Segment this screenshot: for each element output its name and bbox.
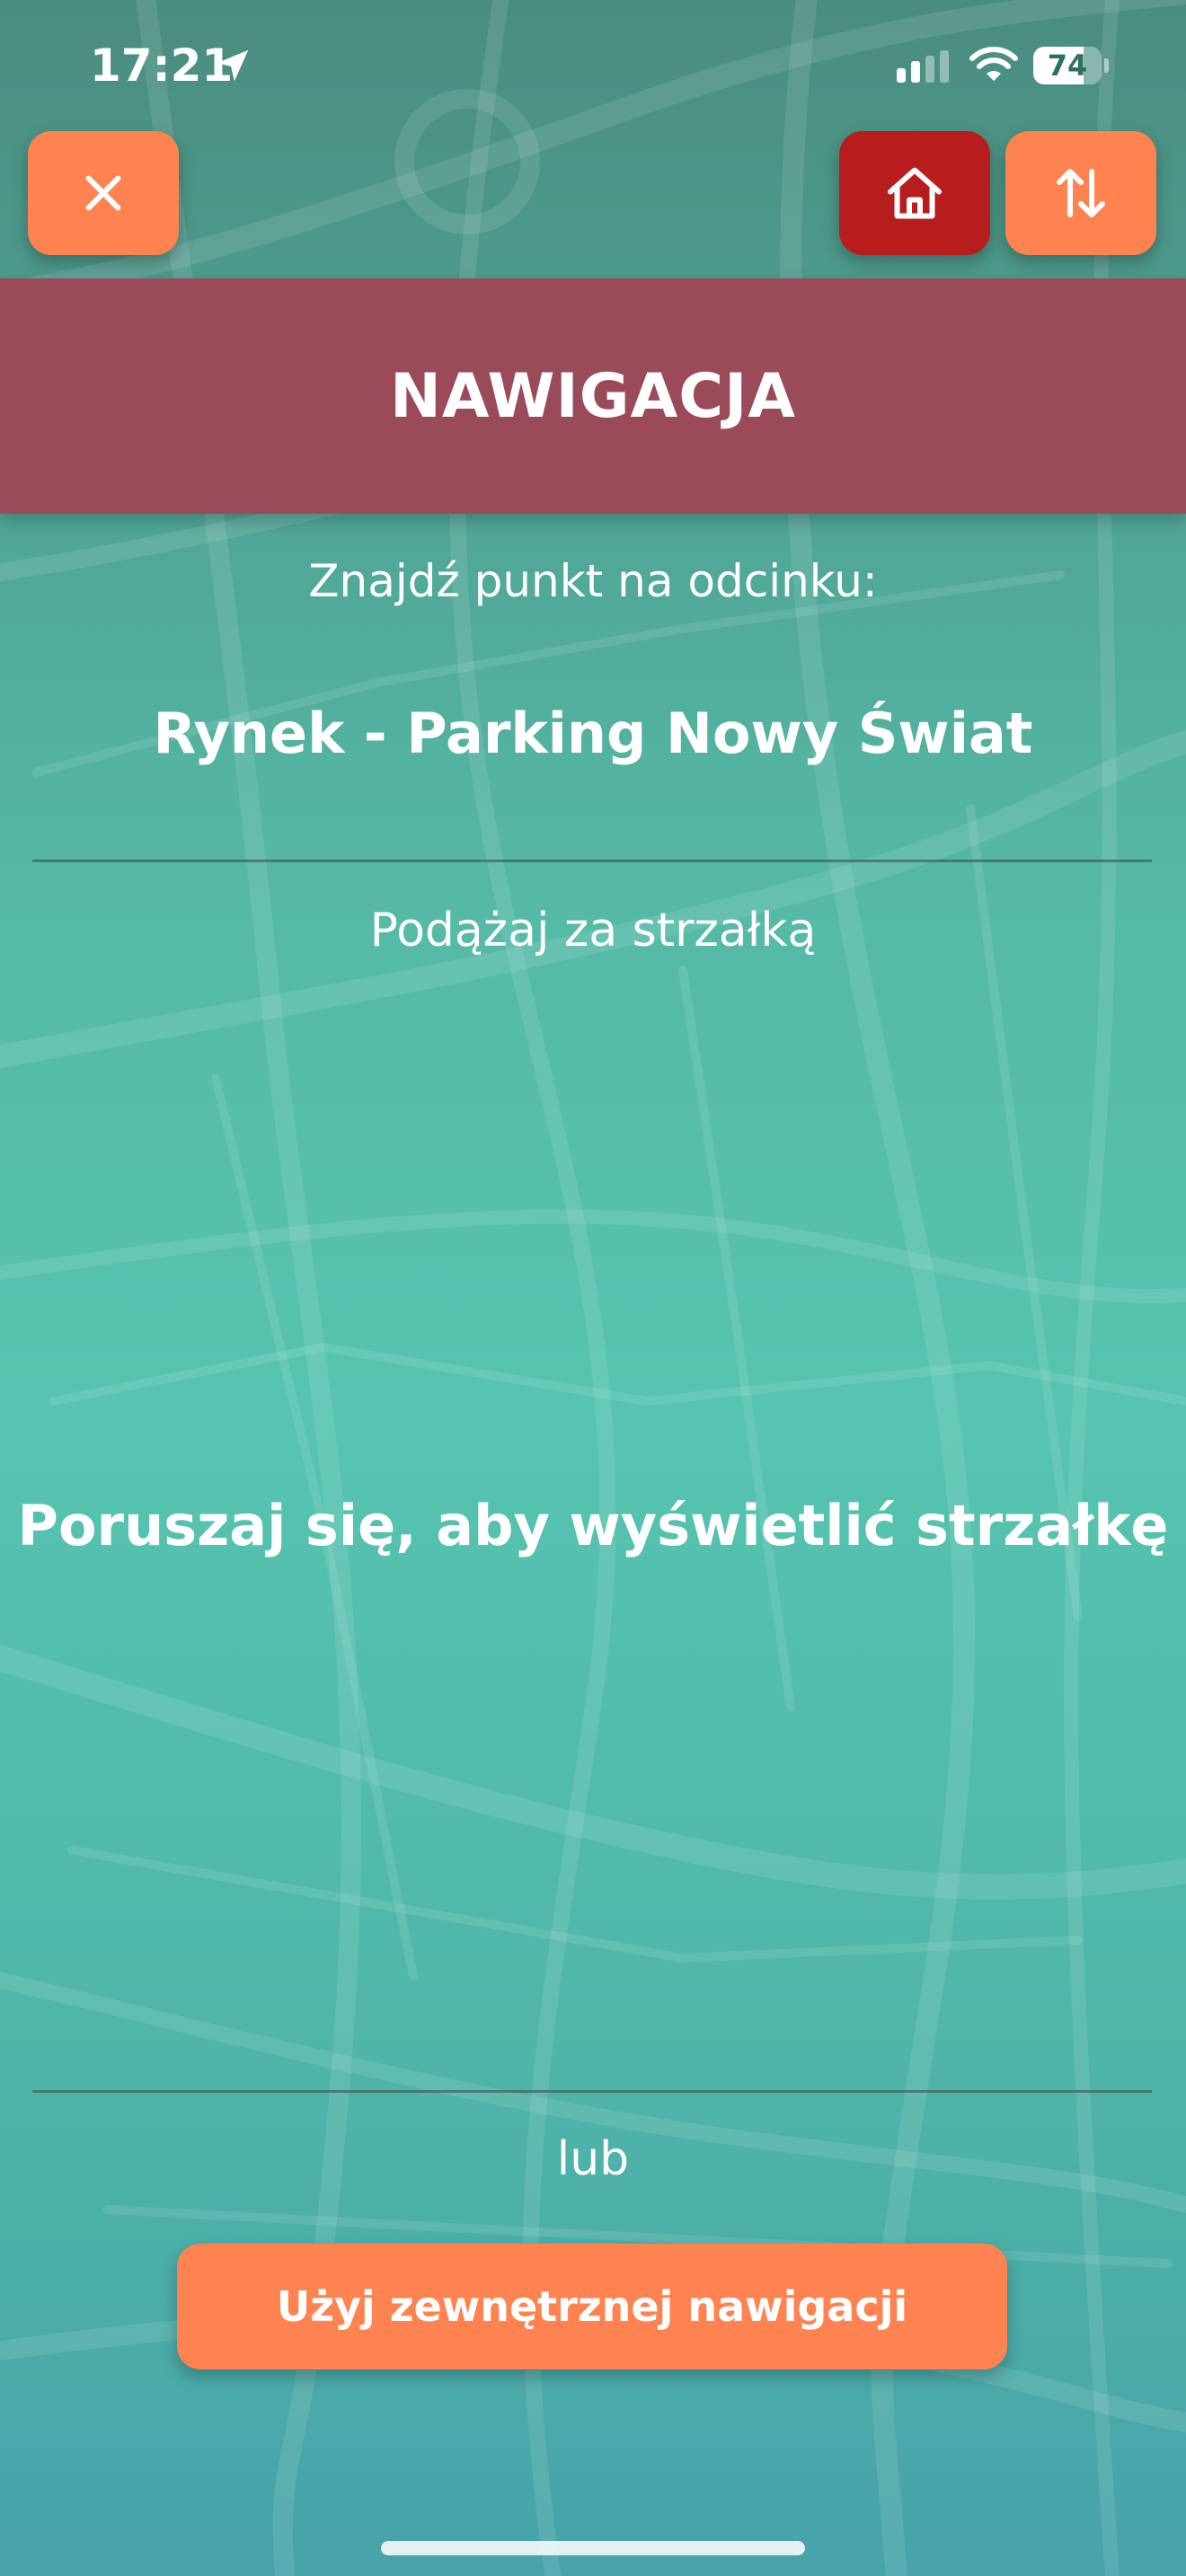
- divider-bottom: [32, 2090, 1152, 2093]
- wifi-icon: [969, 47, 1018, 81]
- page-title: NAWIGACJA: [389, 360, 797, 432]
- close-icon: [85, 175, 121, 211]
- home-button[interactable]: [839, 131, 990, 255]
- header-banner: NAWIGACJA: [0, 278, 1186, 514]
- home-icon: [888, 167, 942, 219]
- swap-vertical-icon: [1057, 169, 1105, 217]
- follow-arrow-label: Podążaj za strzałką: [369, 904, 817, 957]
- or-label: lub: [556, 2132, 630, 2186]
- external-navigation-button[interactable]: Użyj zewnętrznej nawigacji: [177, 2244, 1007, 2369]
- divider-top: [32, 860, 1152, 862]
- move-prompt: Poruszaj się, aby wyświetlić strzałkę: [17, 1493, 1169, 1558]
- battery-body: 74: [1033, 47, 1102, 84]
- swap-direction-button[interactable]: [1005, 131, 1156, 255]
- find-point-label: Znajdź punkt na odcinku:: [308, 555, 878, 607]
- cellular-signal-icon: [897, 50, 949, 83]
- battery-cap: [1104, 58, 1109, 73]
- location-arrow-icon: [217, 49, 249, 82]
- navigation-screen: 17:21 74 NAWIGACJA Znajdź punkt na odcin…: [0, 0, 1186, 2576]
- home-indicator[interactable]: [381, 2541, 805, 2555]
- battery-level: 74: [1047, 49, 1088, 83]
- battery-icon: 74: [1033, 47, 1109, 84]
- close-button[interactable]: [28, 131, 179, 255]
- status-bar: 17:21 74: [0, 0, 1186, 135]
- route-name: Rynek - Parking Nowy Świat: [153, 701, 1033, 766]
